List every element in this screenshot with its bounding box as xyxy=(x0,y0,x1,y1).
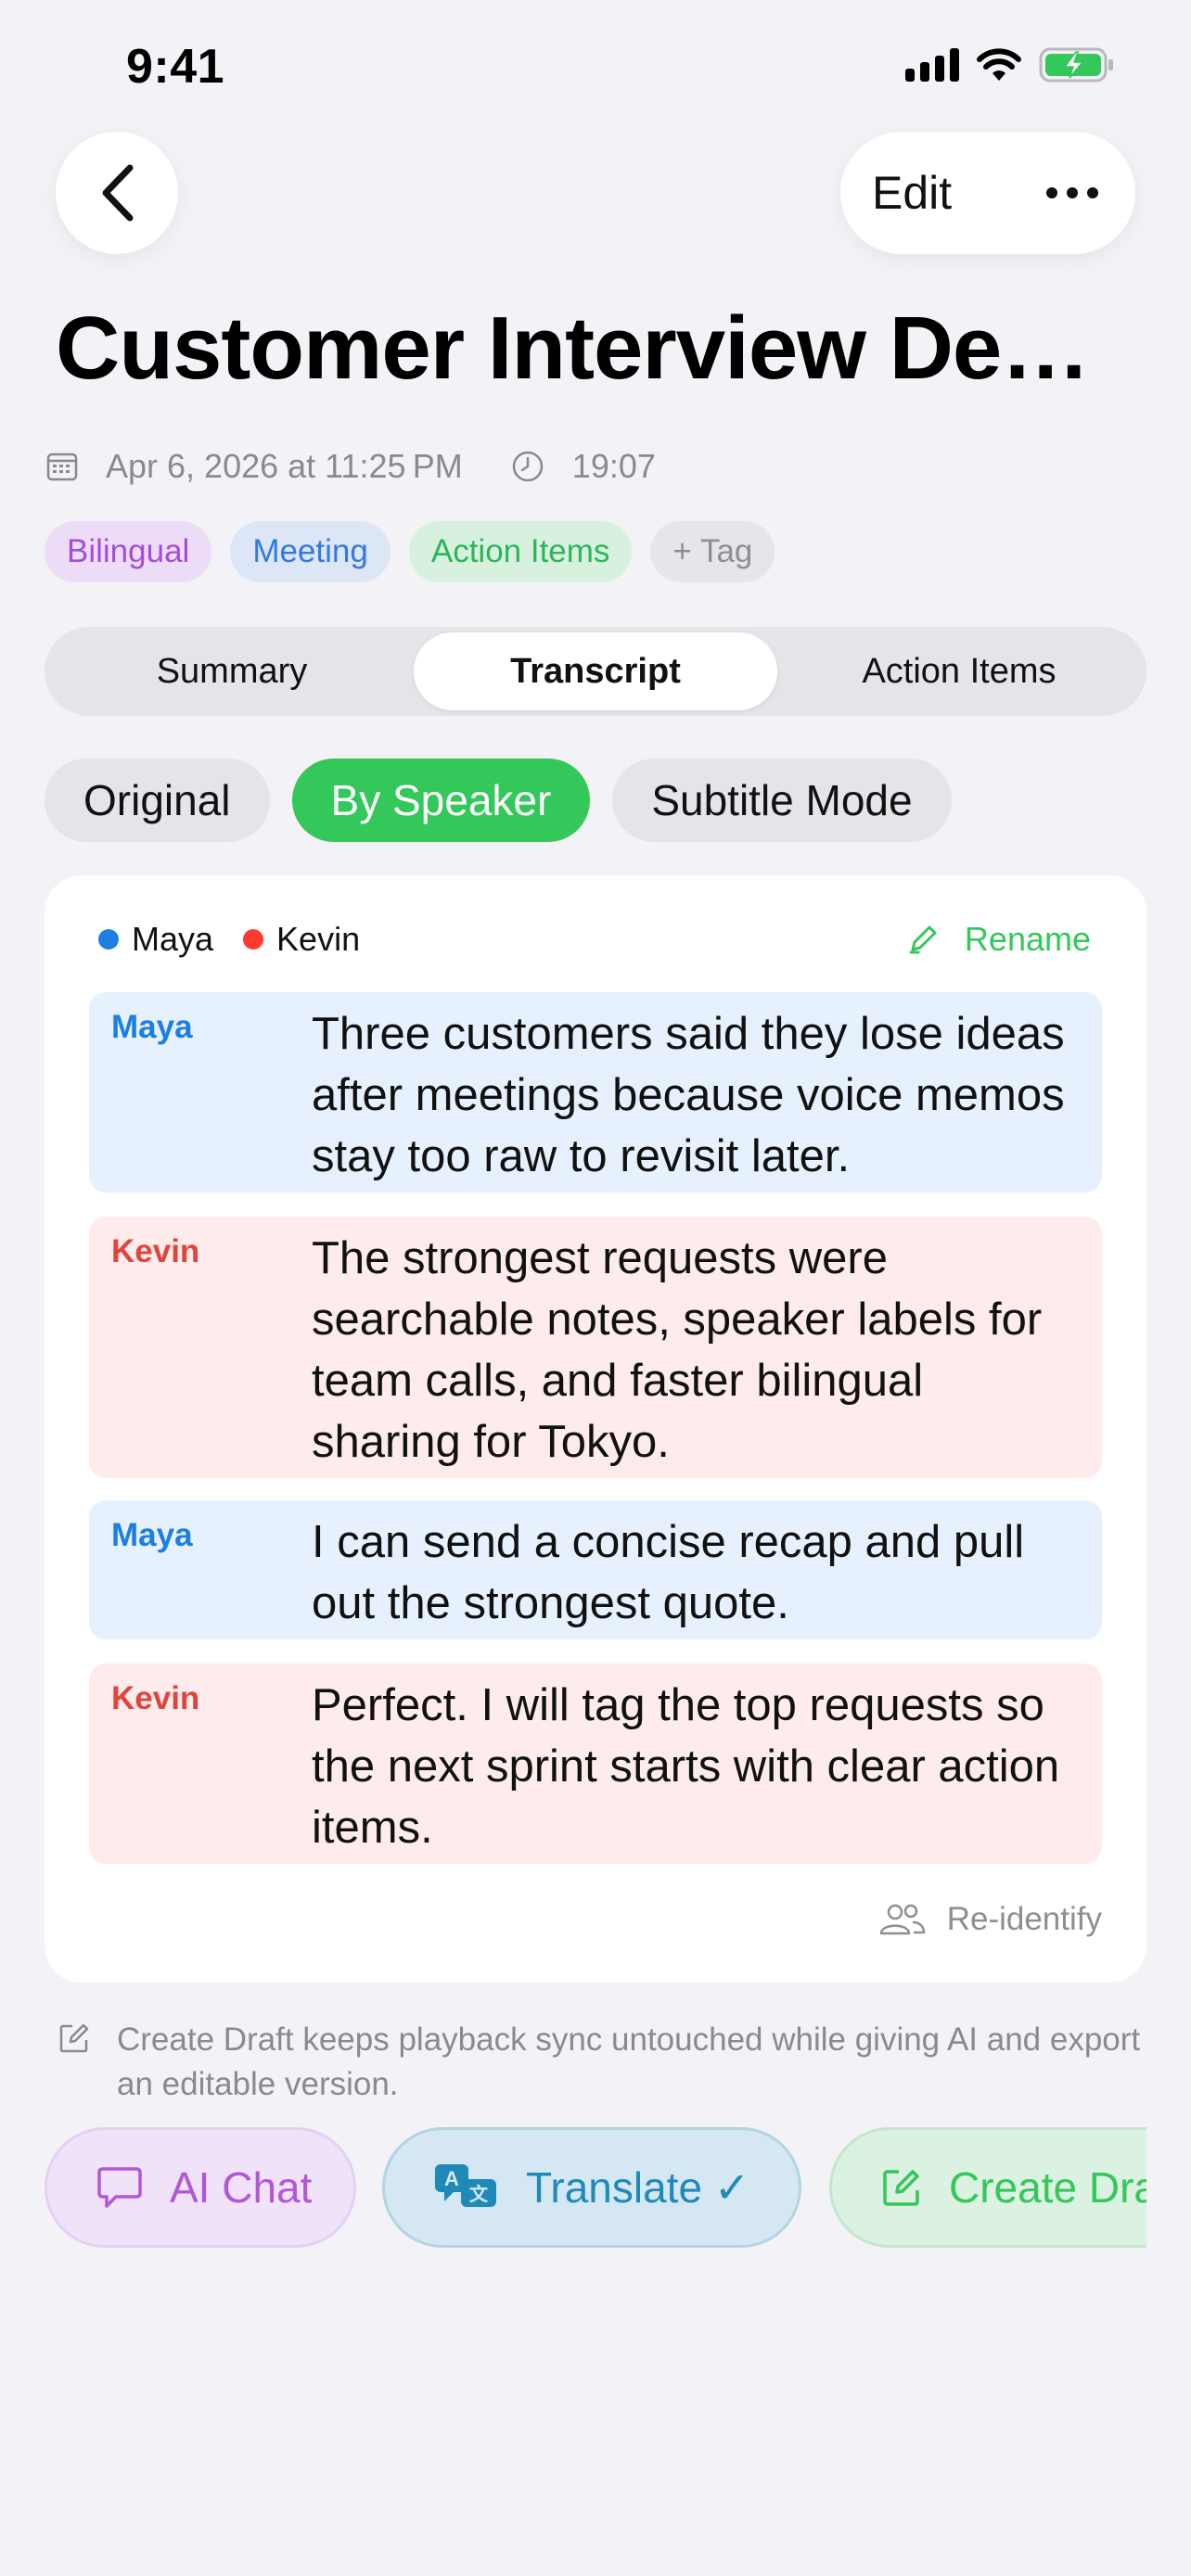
rename-label: Rename xyxy=(964,920,1091,958)
people-icon xyxy=(879,1904,925,1935)
create-draft-button[interactable]: Create Draft xyxy=(829,2127,1146,2248)
recording-meta: Apr 6, 2026 at 11:25 PM 19:07 xyxy=(46,447,656,486)
screen: 9:41 Edit Customer Interview De… Apr 6, … xyxy=(0,0,1191,2576)
status-icons xyxy=(905,46,1115,83)
battery-charging-icon xyxy=(1039,47,1113,83)
speaker-dot-kevin xyxy=(243,929,264,950)
edit-square-icon xyxy=(58,2021,91,2107)
transcript-segment[interactable]: Kevin Perfect. I will tag the top reques… xyxy=(89,1664,1102,1864)
cellular-signal-icon xyxy=(905,48,959,82)
translate-label: Translate ✓ xyxy=(526,2163,750,2212)
edit-square-icon xyxy=(880,2166,923,2209)
wifi-icon xyxy=(977,48,1021,81)
nav-actions: Edit xyxy=(840,132,1135,254)
segment-speaker: Kevin xyxy=(111,1233,200,1269)
transcript-segment[interactable]: Maya I can send a concise recap and pull… xyxy=(89,1500,1102,1639)
mode-by-speaker[interactable]: By Speaker xyxy=(291,759,591,842)
footnote-text: Create Draft keeps playback sync untouch… xyxy=(117,2021,1141,2102)
segment-speaker: Maya xyxy=(111,1517,193,1553)
rename-button[interactable]: Rename xyxy=(907,920,1091,959)
clock-icon xyxy=(511,450,544,483)
segment-text: I can send a concise recap and pull out … xyxy=(312,1517,1025,1628)
edit-button[interactable]: Edit xyxy=(872,166,952,220)
tag-action-items[interactable]: Action Items xyxy=(408,521,633,582)
chevron-left-icon xyxy=(102,164,134,222)
translate-button[interactable]: A 文 Translate ✓ xyxy=(382,2127,801,2248)
segment-text: The strongest requests were searchable n… xyxy=(312,1233,1043,1467)
segment-text: Perfect. I will tag the top requests so … xyxy=(312,1680,1060,1853)
mode-subtitle[interactable]: Subtitle Mode xyxy=(612,759,952,842)
create-draft-label: Create Draft xyxy=(949,2163,1146,2212)
reidentify-button[interactable]: Re-identify xyxy=(878,1901,1102,1938)
segment-speaker: Maya xyxy=(111,1009,193,1045)
legend-speaker-maya: Maya xyxy=(132,920,214,958)
draft-footnote: Create Draft keeps playback sync untouch… xyxy=(58,2018,1143,2107)
mode-original[interactable]: Original xyxy=(45,759,270,842)
action-bar: AI Chat A 文 Translate ✓ Create Dra xyxy=(45,2127,1146,2248)
tab-transcript[interactable]: Transcript xyxy=(414,632,777,710)
chat-bubble-icon xyxy=(96,2165,144,2210)
status-bar: 9:41 xyxy=(0,0,1191,130)
ai-chat-label: AI Chat xyxy=(170,2163,313,2212)
legend-speaker-kevin: Kevin xyxy=(276,920,361,958)
tab-action-items[interactable]: Action Items xyxy=(777,632,1141,710)
translate-icon: A 文 xyxy=(433,2162,500,2213)
back-button[interactable] xyxy=(56,132,178,254)
transcript-mode-selector: Original By Speaker Subtitle Mode xyxy=(45,759,952,842)
svg-text:A: A xyxy=(444,2167,459,2190)
tag-list: Bilingual Meeting Action Items + Tag xyxy=(45,521,775,582)
status-time: 9:41 xyxy=(126,40,225,94)
page-title: Customer Interview De… xyxy=(56,299,1090,398)
pencil-icon xyxy=(909,925,937,954)
segment-text: Three customers said they lose ideas aft… xyxy=(312,1009,1065,1181)
more-icon[interactable] xyxy=(1046,187,1098,198)
reidentify-label: Re-identify xyxy=(946,1901,1102,1937)
transcript-segment[interactable]: Kevin The strongest requests were search… xyxy=(89,1217,1102,1478)
svg-text:文: 文 xyxy=(469,2183,489,2205)
segment-speaker: Kevin xyxy=(111,1680,200,1716)
speaker-dot-maya xyxy=(98,929,119,950)
ai-chat-button[interactable]: AI Chat xyxy=(45,2127,356,2248)
tab-summary[interactable]: Summary xyxy=(50,632,414,710)
tag-meeting[interactable]: Meeting xyxy=(230,521,391,582)
transcript-segment[interactable]: Maya Three customers said they lose idea… xyxy=(89,992,1102,1192)
transcript-card: Maya Kevin Rename Maya Three customers s… xyxy=(45,875,1146,1983)
view-tabs: Summary Transcript Action Items xyxy=(45,627,1146,716)
tag-bilingual[interactable]: Bilingual xyxy=(45,521,212,582)
recording-date: Apr 6, 2026 at 11:25 PM xyxy=(106,447,463,485)
add-tag-button[interactable]: + Tag xyxy=(650,521,775,582)
calendar-icon xyxy=(46,452,78,481)
speaker-legend: Maya Kevin xyxy=(98,920,360,959)
recording-duration: 19:07 xyxy=(571,447,656,485)
